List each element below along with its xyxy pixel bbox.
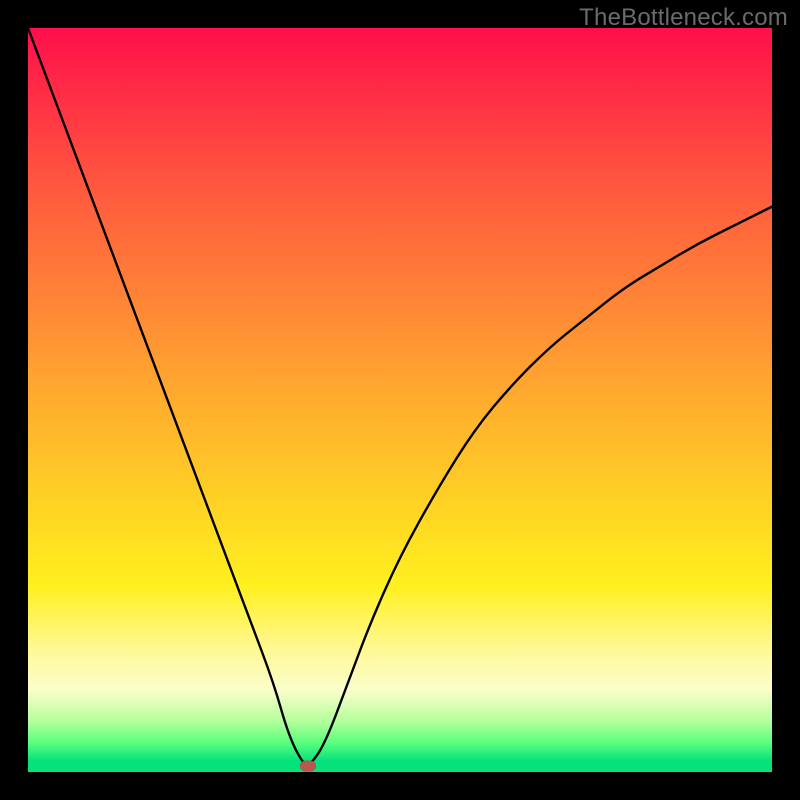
optimal-point-marker <box>300 761 316 772</box>
bottleneck-curve <box>28 28 772 772</box>
plot-area <box>28 28 772 772</box>
chart-frame: TheBottleneck.com <box>0 0 800 800</box>
watermark-text: TheBottleneck.com <box>579 4 788 32</box>
curve-path <box>28 28 772 765</box>
